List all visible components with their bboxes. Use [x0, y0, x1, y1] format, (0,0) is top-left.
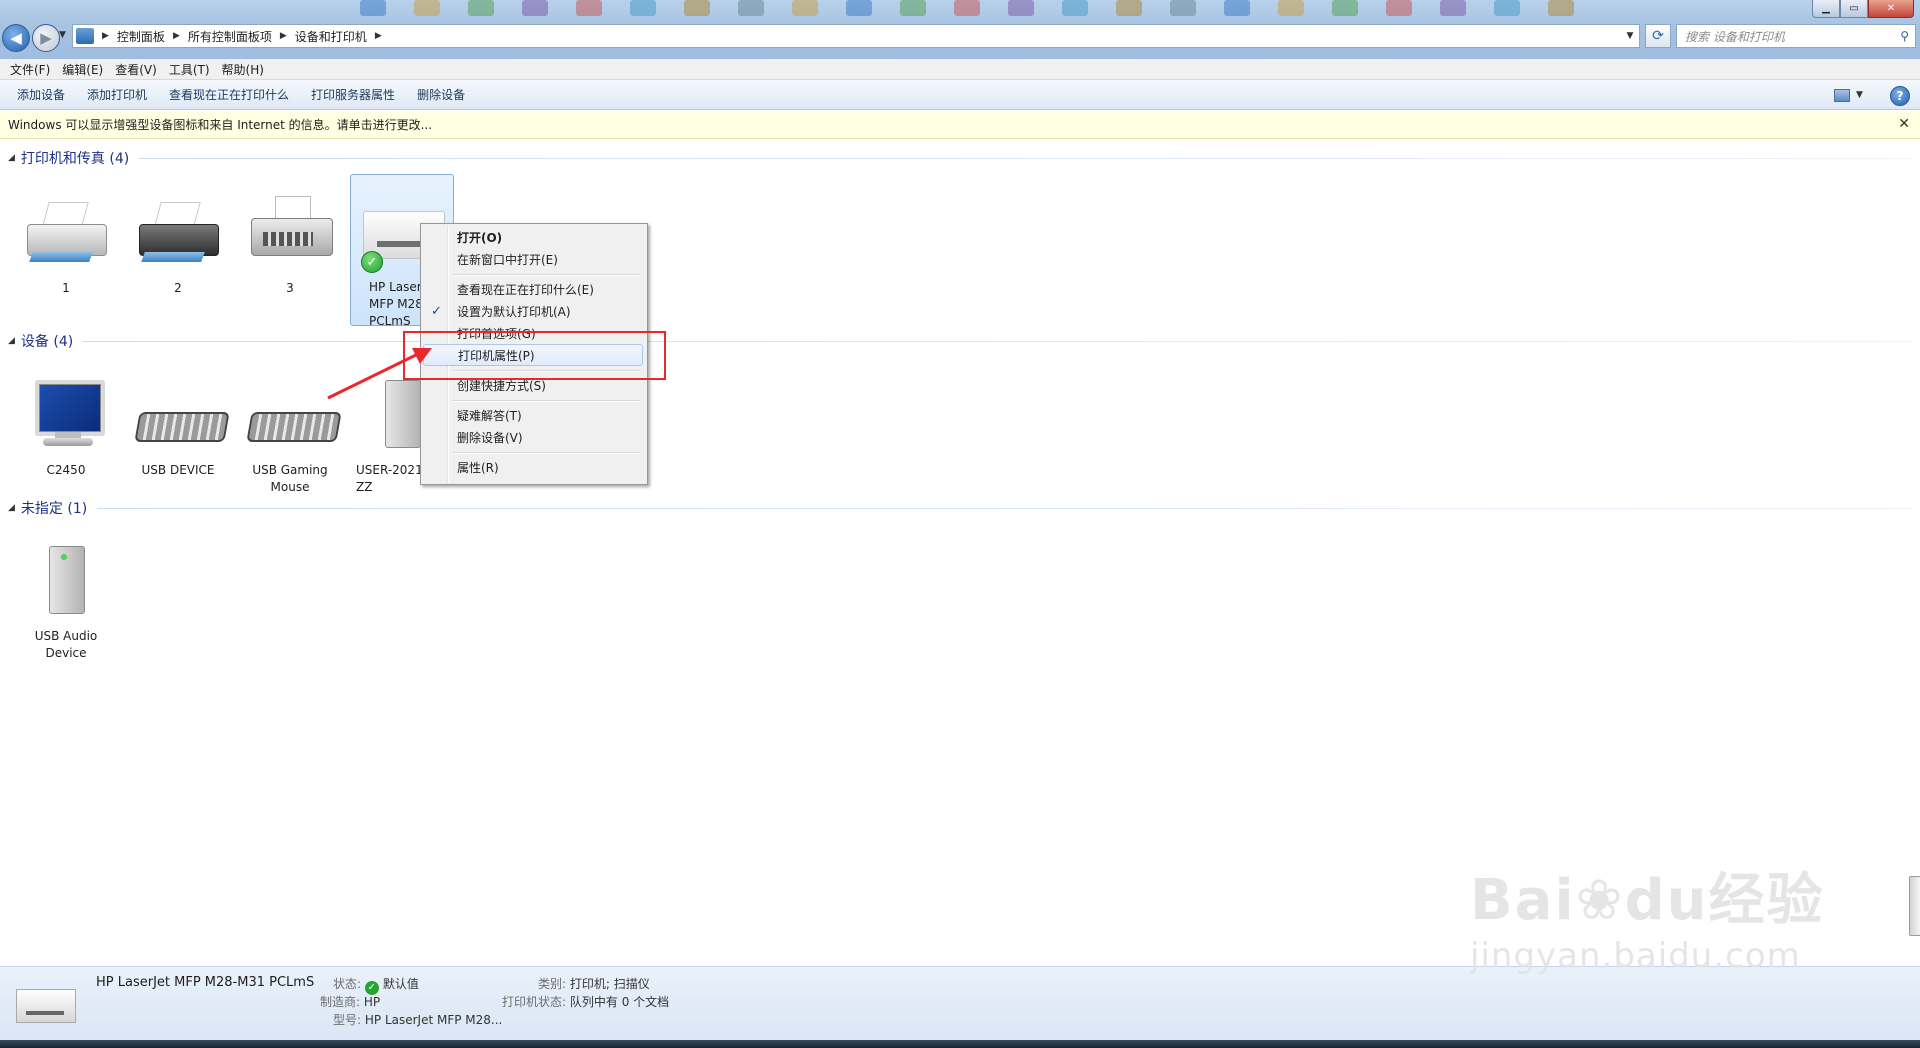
recent-pages-dropdown[interactable]: ▼ — [59, 30, 66, 40]
group-header-printers[interactable]: ◢ 打印机和传真 (4) — [8, 148, 1912, 168]
maximize-button[interactable]: ▭ — [1840, 0, 1868, 18]
group-header-devices[interactable]: ◢ 设备 (4) — [8, 331, 1912, 351]
group-header-unspecified[interactable]: ◢ 未指定 (1) — [8, 498, 1912, 518]
search-icon[interactable]: ⚲ — [1900, 29, 1909, 43]
menu-bar: 文件(F) 编辑(E) 查看(V) 工具(T) 帮助(H) — [0, 59, 1920, 80]
control-panel-icon — [76, 28, 94, 44]
fax-icon — [245, 190, 335, 276]
device-label: USB Audio Device — [34, 629, 98, 660]
address-dropdown-icon[interactable]: ▼ — [1621, 31, 1639, 41]
window-controls: ▁ ▭ ✕ — [1812, 0, 1914, 18]
details-status: 状态: ✓ 默认值 — [333, 977, 419, 995]
menu-file[interactable]: 文件(F) — [4, 61, 56, 78]
menu-separator — [453, 452, 641, 454]
info-bar[interactable]: Windows 可以显示增强型设备图标和来自 Internet 的信息。请单击进… — [0, 111, 1920, 139]
menu-item-open-new-window[interactable]: 在新窗口中打开(E) — [423, 248, 643, 270]
menu-separator — [453, 400, 641, 402]
add-printer-button[interactable]: 添加打印机 — [76, 86, 158, 103]
menu-item-troubleshoot[interactable]: 疑难解答(T) — [423, 404, 643, 426]
device-tile-monitor[interactable]: C2450 — [14, 372, 118, 479]
device-tile-printer-1[interactable]: 1 — [14, 190, 118, 297]
collapse-triangle-icon[interactable]: ◢ — [8, 503, 15, 513]
taskbar-preview-strip — [0, 0, 1920, 16]
close-button[interactable]: ✕ — [1868, 0, 1914, 18]
details-maker: 制造商: HP — [320, 995, 381, 1009]
monitor-icon — [21, 372, 111, 458]
collapse-triangle-icon[interactable]: ◢ — [8, 336, 15, 346]
breadcrumb-control-panel[interactable]: 控制面板 ▶ — [117, 28, 188, 45]
paw-icon: ❀ — [1575, 868, 1625, 933]
device-label: 3 — [286, 281, 294, 295]
details-printer-status: 打印机状态: 队列中有 0 个文档 — [502, 995, 670, 1009]
divider — [97, 507, 1912, 509]
menu-item-remove-device[interactable]: 删除设备(V) — [423, 426, 643, 448]
window-titlebar: ▁ ▭ ✕ ◀ ▶ ▼ ▶ 控制面板 ▶ 所有控制面板项 ▶ 设备和打印机 ▶ ▼ ⟳… — [0, 0, 1920, 63]
close-icon[interactable]: ✕ — [1898, 116, 1910, 132]
menu-separator — [453, 274, 641, 276]
back-button[interactable]: ◀ — [2, 24, 30, 52]
annotation-arrow-icon — [327, 348, 432, 400]
see-whats-printing-button[interactable]: 查看现在正在打印什么 — [158, 86, 300, 103]
breadcrumb-all-items[interactable]: 所有控制面板项 ▶ — [188, 28, 295, 45]
change-view-button[interactable]: ▼ — [1834, 87, 1868, 103]
keyboard-icon — [133, 372, 230, 458]
info-bar-text: Windows 可以显示增强型设备图标和来自 Internet 的信息。请单击进… — [8, 118, 433, 132]
menu-item-set-default[interactable]: ✓ 设置为默认打印机(A) — [423, 300, 643, 322]
menu-item-properties[interactable]: 属性(R) — [423, 456, 643, 478]
menu-item-open[interactable]: 打开(O) — [423, 226, 643, 248]
device-label: 1 — [62, 281, 70, 295]
device-tile-fax-3[interactable]: 3 — [238, 190, 342, 297]
add-device-button[interactable]: 添加设备 — [6, 86, 76, 103]
menu-edit[interactable]: 编辑(E) — [56, 61, 109, 78]
device-label: 2 — [174, 281, 182, 295]
minimize-button[interactable]: ▁ — [1812, 0, 1840, 18]
group-title: 打印机和传真 (4) — [20, 151, 130, 167]
command-bar: 添加设备 添加打印机 查看现在正在打印什么 打印服务器属性 删除设备 — [0, 80, 1920, 110]
annotation-highlight-box — [403, 331, 666, 380]
details-category: 类别: 打印机; 扫描仪 — [538, 977, 650, 991]
print-server-properties-button[interactable]: 打印服务器属性 — [300, 86, 406, 103]
device-label: USB Gaming Mouse — [252, 463, 328, 494]
device-tile-printer-2[interactable]: 2 — [126, 190, 230, 297]
search-input[interactable]: 搜索 设备和打印机 ⚲ — [1676, 24, 1916, 48]
address-bar[interactable]: ▶ 控制面板 ▶ 所有控制面板项 ▶ 设备和打印机 ▶ ▼ — [72, 24, 1640, 48]
divider — [139, 157, 1912, 159]
baidu-watermark: Bai❀du经验 jingyan.baidu.com — [1470, 868, 1825, 976]
device-tile-usb-audio[interactable]: USB Audio Device — [14, 538, 118, 662]
printer-icon — [21, 190, 111, 276]
search-placeholder: 搜索 设备和打印机 — [1685, 29, 1785, 44]
printer-icon — [133, 190, 223, 276]
taskbar — [0, 1040, 1920, 1048]
default-check-icon: ✓ — [361, 251, 383, 273]
computer-tower-icon — [21, 538, 111, 624]
mfp-printer-icon — [14, 981, 76, 1027]
menu-tools[interactable]: 工具(T) — [163, 61, 216, 78]
group-title: 设备 (4) — [20, 334, 74, 350]
menu-view[interactable]: 查看(V) — [109, 61, 163, 78]
chevron-right-icon[interactable]: ▶ — [102, 31, 109, 41]
forward-button[interactable]: ▶ — [32, 24, 60, 52]
menu-help[interactable]: 帮助(H) — [216, 61, 270, 78]
details-device-name: HP LaserJet MFP M28-M31 PCLmS — [96, 975, 315, 990]
resize-grip[interactable] — [1909, 876, 1920, 936]
collapse-triangle-icon[interactable]: ◢ — [8, 153, 15, 163]
refresh-button[interactable]: ⟳ — [1645, 24, 1671, 48]
remove-device-button[interactable]: 删除设备 — [406, 86, 476, 103]
details-pane: HP LaserJet MFP M28-M31 PCLmS 状态: ✓ 默认值 制… — [0, 966, 1920, 1041]
group-title: 未指定 (1) — [20, 501, 88, 517]
device-label: C2450 — [46, 463, 86, 477]
view-icon — [1834, 88, 1850, 102]
details-model: 型号: HP LaserJet MFP M28... — [333, 1013, 503, 1027]
device-tile-usb-device[interactable]: USB DEVICE — [126, 372, 230, 479]
checkmark-icon: ✓ — [431, 303, 442, 319]
device-label: USB DEVICE — [141, 463, 215, 477]
help-button[interactable]: ? — [1890, 86, 1910, 106]
breadcrumb-devices-printers[interactable]: 设备和打印机 ▶ — [295, 28, 390, 45]
menu-item-see-printing[interactable]: 查看现在正在打印什么(E) — [423, 278, 643, 300]
